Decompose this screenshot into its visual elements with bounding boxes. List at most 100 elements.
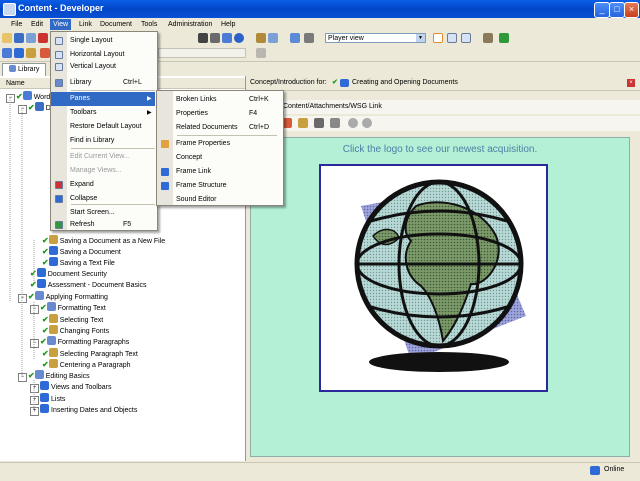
binoculars-icon[interactable] bbox=[198, 33, 208, 43]
menu-administration[interactable]: Administration bbox=[165, 19, 215, 30]
save-icon[interactable] bbox=[14, 33, 24, 43]
menu-item-label: Broken Links bbox=[176, 96, 217, 103]
menu-item-icon bbox=[55, 181, 63, 189]
globe-logo[interactable] bbox=[319, 164, 548, 392]
preview-icon[interactable] bbox=[304, 33, 314, 43]
single-layout-icon[interactable] bbox=[433, 33, 443, 43]
open-icon[interactable] bbox=[26, 33, 36, 43]
panes-menu-item-related-documents[interactable]: Related Documents Ctrl+D bbox=[157, 121, 281, 135]
menu-item-shortcut: Ctrl+K bbox=[249, 96, 269, 103]
menu-separator bbox=[71, 204, 155, 205]
globe-icon bbox=[354, 179, 526, 372]
menu-tools[interactable]: Tools bbox=[138, 19, 160, 30]
help-icon[interactable] bbox=[234, 33, 244, 43]
pencil-icon[interactable] bbox=[298, 118, 308, 128]
menu-help[interactable]: Help bbox=[218, 19, 238, 30]
menu-document[interactable]: Document bbox=[97, 19, 135, 30]
find-icon[interactable] bbox=[210, 33, 220, 43]
concept-content: Click the logo to see our newest acquisi… bbox=[250, 137, 630, 457]
properties-icon[interactable] bbox=[483, 33, 493, 43]
menu-view[interactable]: View bbox=[50, 19, 72, 30]
player-view-select[interactable]: Player view ▼ bbox=[325, 33, 426, 43]
menu-item-icon bbox=[55, 195, 63, 203]
app-icon bbox=[3, 3, 16, 16]
check-icon: ✔ bbox=[332, 79, 338, 86]
view-menu-item-toolbars[interactable]: Toolbars ▶ bbox=[51, 106, 155, 120]
panes-menu-item-sound-editor[interactable]: Sound Editor bbox=[157, 193, 281, 207]
concept-header: Concept/Introduction for: ✔ Creating and… bbox=[248, 76, 640, 91]
menu-item-label: Frame Link bbox=[176, 168, 212, 175]
view-menu-item-refresh[interactable]: Refresh F5 bbox=[51, 218, 155, 232]
view-menu-item-manage-views: Manage Views... bbox=[51, 164, 155, 178]
chevron-down-icon: ▼ bbox=[416, 34, 425, 42]
copy-icon[interactable] bbox=[268, 33, 278, 43]
view-menu-item-edit-current-view: Edit Current View... bbox=[51, 150, 155, 164]
refresh-icon[interactable] bbox=[499, 33, 509, 43]
menu-item-icon bbox=[161, 182, 169, 190]
menu-item-shortcut: Ctrl+D bbox=[249, 124, 270, 131]
menu-item-label: Vertical Layout bbox=[70, 63, 116, 70]
player-view-value: Player view bbox=[328, 35, 364, 42]
panes-menu-item-frame-properties[interactable]: Frame Properties bbox=[157, 137, 281, 151]
menu-item-icon bbox=[55, 63, 63, 71]
menu-separator bbox=[177, 135, 277, 136]
concept-toolbar bbox=[248, 116, 640, 131]
menu-separator bbox=[71, 148, 155, 149]
link-icon[interactable] bbox=[222, 33, 232, 43]
menu-link[interactable]: Link bbox=[76, 19, 95, 30]
view-filter-select[interactable] bbox=[158, 48, 246, 58]
panes-menu-item-properties[interactable]: Properties F4 bbox=[157, 107, 281, 121]
document-icon[interactable] bbox=[2, 48, 12, 58]
submenu-arrow-icon: ▶ bbox=[147, 96, 152, 102]
title-bar: Content - Developer _ □ × bbox=[0, 0, 640, 18]
menu-item-label: Single Layout bbox=[70, 37, 113, 44]
close-icon[interactable]: × bbox=[627, 79, 635, 87]
view-menu-item-vertical-layout[interactable]: Vertical Layout bbox=[51, 60, 155, 74]
forward-icon[interactable] bbox=[362, 118, 372, 128]
panes-menu-item-broken-links[interactable]: Broken Links Ctrl+K bbox=[157, 93, 281, 107]
tab-library[interactable]: Library bbox=[2, 63, 47, 76]
status-bar: Online bbox=[0, 462, 640, 481]
view-menu-item-single-layout[interactable]: Single Layout bbox=[51, 34, 155, 48]
panes-menu-item-concept[interactable]: Concept bbox=[157, 151, 281, 165]
menu-item-label: Restore Default Layout bbox=[70, 123, 142, 130]
maximize-button[interactable]: □ bbox=[609, 2, 625, 18]
view-menu-item-expand[interactable]: Expand bbox=[51, 178, 155, 192]
print-icon[interactable] bbox=[330, 118, 340, 128]
concept-document[interactable]: Creating and Opening Documents bbox=[352, 76, 458, 90]
window-title: Content - Developer bbox=[18, 3, 104, 13]
view-menu-item-restore-default-layout[interactable]: Restore Default Layout bbox=[51, 120, 155, 134]
filter-icon[interactable] bbox=[256, 48, 266, 58]
cut-icon[interactable] bbox=[256, 33, 266, 43]
acquisition-text[interactable]: Click the logo to see our newest acquisi… bbox=[251, 144, 629, 155]
record-icon[interactable] bbox=[40, 48, 50, 58]
panes-menu-item-frame-link[interactable]: Frame Link bbox=[157, 165, 281, 179]
publish-icon[interactable] bbox=[290, 33, 300, 43]
menu-item-label: Properties bbox=[176, 110, 208, 117]
horizontal-layout-icon[interactable] bbox=[447, 33, 457, 43]
menu-bar: File Edit View Link Document Tools Admin… bbox=[0, 18, 640, 31]
menu-item-label: Edit Current View... bbox=[70, 153, 130, 160]
menu-item-label: Sound Editor bbox=[176, 196, 217, 203]
link-path[interactable]: Content/Attachments/WSG Link bbox=[283, 100, 382, 114]
outline-icon[interactable] bbox=[14, 48, 24, 58]
delete-icon[interactable] bbox=[38, 33, 48, 43]
minimize-button[interactable]: _ bbox=[594, 2, 610, 18]
tab-library-label: Library bbox=[18, 66, 40, 73]
concept-prefix: Concept/Introduction for: bbox=[250, 79, 327, 86]
menu-separator bbox=[71, 90, 155, 91]
folder-icon[interactable] bbox=[26, 48, 36, 58]
view-menu-item-library[interactable]: Library Ctrl+L bbox=[51, 76, 155, 90]
view-menu-item-panes[interactable]: Panes ▶ bbox=[51, 92, 155, 106]
back-icon[interactable] bbox=[348, 118, 358, 128]
close-button[interactable]: × bbox=[624, 2, 639, 18]
vertical-layout-icon[interactable] bbox=[461, 33, 471, 43]
panes-menu-item-frame-structure[interactable]: Frame Structure bbox=[157, 179, 281, 193]
menu-item-label: Panes bbox=[70, 95, 90, 102]
menu-file[interactable]: File bbox=[8, 19, 25, 30]
view-menu-item-find-in-library[interactable]: Find in Library bbox=[51, 134, 155, 148]
menu-edit[interactable]: Edit bbox=[28, 19, 46, 30]
settings-icon[interactable] bbox=[314, 118, 324, 128]
new-icon[interactable] bbox=[2, 33, 12, 43]
panes-submenu: Broken Links Ctrl+K Properties F4 Related Do… bbox=[156, 90, 284, 206]
